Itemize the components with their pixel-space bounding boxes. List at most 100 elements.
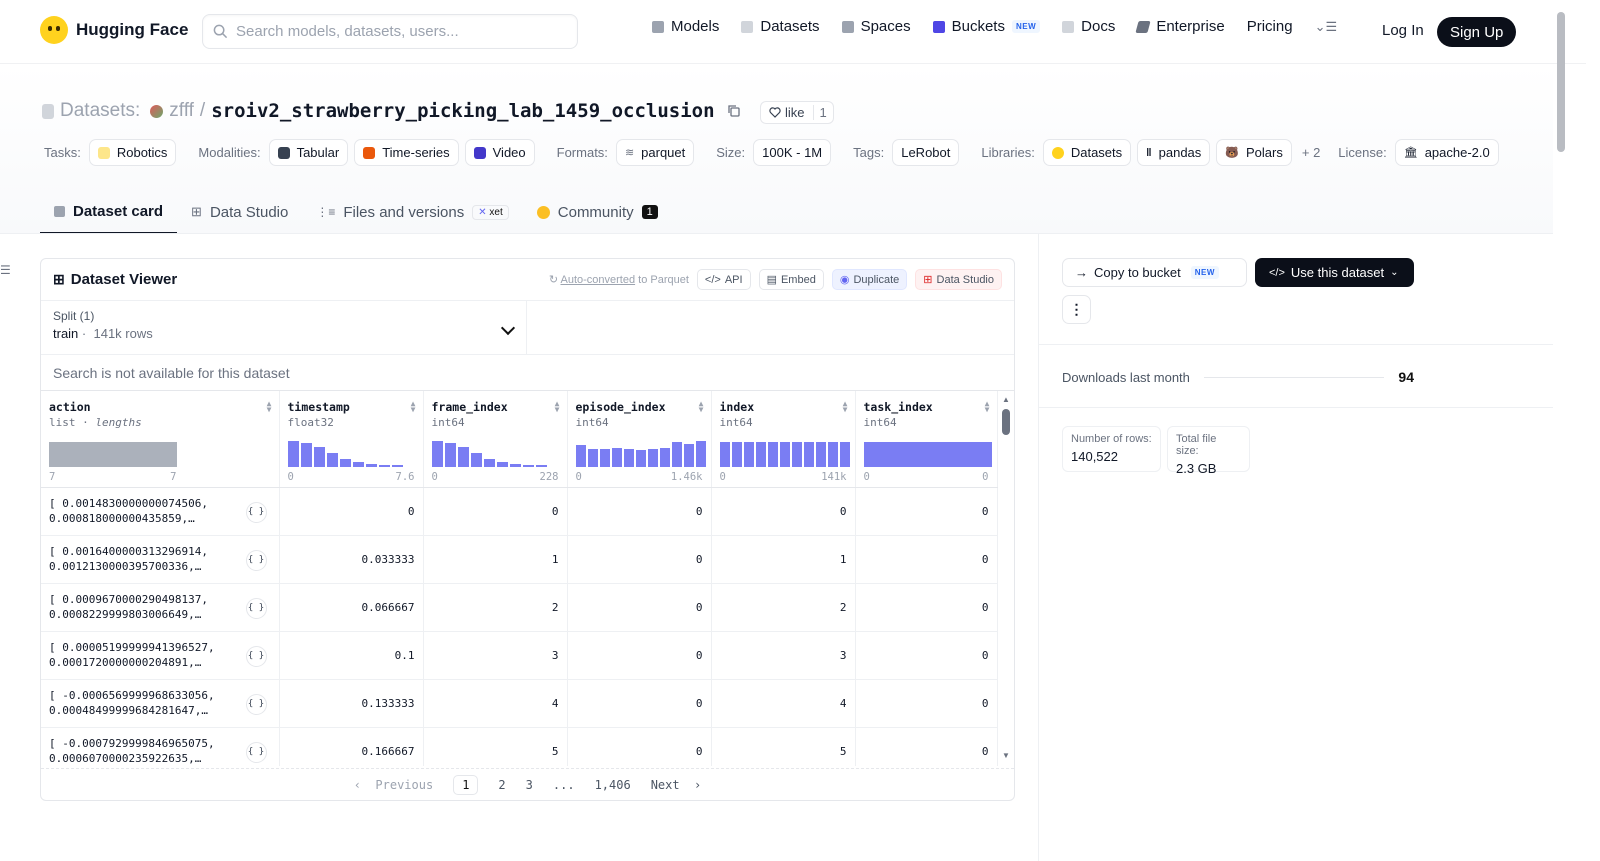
api-button[interactable]: </> API [696,269,751,290]
action-cell[interactable]: [ 0.0014830000000074506, 0.00081800000043… [41,487,280,536]
logo[interactable]: Hugging Face [40,16,188,44]
column-header-task-index[interactable]: task_index int64 ▲ ▼ 0 0 [855,391,998,488]
nav-docs[interactable]: Docs [1062,18,1115,35]
tag-lerobot[interactable]: LeRobot [892,139,960,166]
action-cell[interactable]: [ -0.0007929999846965075, 0.0006070000235… [41,727,280,766]
use-dataset-button[interactable]: </> Use this dataset ⌄ [1255,258,1414,287]
column-header-timestamp[interactable]: timestamp float32 ▲ ▼ 0 7.6 [279,391,424,488]
timestamp-cell[interactable]: 0.166667 [279,727,424,766]
task-index-cell[interactable]: 0 [855,583,998,632]
json-expand-icon[interactable]: { } [245,741,267,763]
table-row[interactable]: [ 0.00005199999941396527, 0.0001720000000… [41,631,998,680]
sort-icon[interactable]: ▲ ▼ [985,400,990,414]
index-cell[interactable]: 5 [711,727,856,766]
table-row[interactable]: [ -0.0006569999968633056, 0.0004849999968… [41,679,998,728]
more-options-icon[interactable]: ⋮ [1062,295,1091,324]
frame-index-cell[interactable]: 4 [423,679,568,728]
embed-button[interactable]: ▤ Embed [758,269,824,290]
table-row[interactable]: [ 0.0009670000290498137, 0.00082299998030… [41,583,998,632]
episode-index-cell[interactable]: 0 [567,679,712,728]
index-cell[interactable]: 3 [711,631,856,680]
page-scrollbar-thumb[interactable] [1557,12,1565,152]
scrollbar-thumb[interactable] [1002,409,1010,435]
timestamp-cell[interactable]: 0.1 [279,631,424,680]
frame-index-cell[interactable]: 5 [423,727,568,766]
nav-pricing[interactable]: Pricing [1247,18,1293,35]
repo-name[interactable]: sroiv2_strawberry_picking_lab_1459_occlu… [211,100,714,122]
action-cell[interactable]: [ 0.00005199999941396527, 0.0001720000000… [41,631,280,680]
column-header-index[interactable]: index int64 ▲ ▼ 0 141k [711,391,856,488]
json-expand-icon[interactable]: { } [245,501,267,523]
previous-page-button[interactable]: ‹ Previous [354,778,433,792]
nav-models[interactable]: Models [652,18,719,35]
table-row[interactable]: [ 0.0014830000000074506, 0.00081800000043… [41,487,998,536]
timestamp-cell[interactable]: 0.133333 [279,679,424,728]
more-menu-icon[interactable]: ⌄☰ [1315,19,1338,35]
sort-icon[interactable]: ▲ ▼ [555,400,560,414]
login-link[interactable]: Log In [1382,22,1424,39]
tag-polars[interactable]: 🐻 Polars [1216,139,1292,166]
episode-index-cell[interactable]: 0 [567,487,712,536]
search-input[interactable] [236,23,556,40]
episode-index-cell[interactable]: 0 [567,631,712,680]
tab-files[interactable]: ⋮≡ Files and versions ✕ xet [302,190,522,234]
action-cell[interactable]: [ 0.0009670000290498137, 0.00082299998030… [41,583,280,632]
index-cell[interactable]: 4 [711,679,856,728]
auto-converted-link[interactable]: Auto-converted [560,274,635,286]
nav-spaces[interactable]: Spaces [841,18,911,35]
nav-buckets[interactable]: Buckets NEW [932,18,1041,35]
tag-datasets[interactable]: Datasets [1042,139,1132,166]
task-index-cell[interactable]: 0 [855,535,998,584]
tab-community[interactable]: Community 1 [523,190,672,234]
owner-link[interactable]: zfff [169,100,194,122]
task-index-cell[interactable]: 0 [855,487,998,536]
tag-robotics[interactable]: Robotics [88,139,177,166]
table-row[interactable]: [ 0.0016400000313296914, 0.00121300003957… [41,535,998,584]
timestamp-cell[interactable]: 0.033333 [279,535,424,584]
action-cell[interactable]: [ 0.0016400000313296914, 0.00121300003957… [41,535,280,584]
copy-to-bucket-button[interactable]: → Copy to bucket NEW [1062,258,1247,287]
task-index-cell[interactable]: 0 [855,631,998,680]
page-scrollbar[interactable] [1554,0,1568,861]
like-button[interactable]: like 1 [760,101,834,124]
more-tags[interactable]: + 2 [1302,145,1320,160]
sort-icon[interactable]: ▲ ▼ [843,400,848,414]
search-box[interactable] [202,14,578,49]
episode-index-cell[interactable]: 0 [567,727,712,766]
auto-converted-info[interactable]: ↻ Auto-converted to Parquet [549,273,689,286]
index-cell[interactable]: 2 [711,583,856,632]
table-scrollbar[interactable]: ▲ ▼ [1002,395,1010,760]
column-header-episode-index[interactable]: episode_index int64 ▲ ▼ 0 1.46k [567,391,712,488]
task-index-cell[interactable]: 0 [855,727,998,766]
timestamp-cell[interactable]: 0.066667 [279,583,424,632]
page-button[interactable]: 1,406 [595,778,631,792]
json-expand-icon[interactable]: { } [245,645,267,667]
sort-icon[interactable]: ▲ ▼ [411,400,416,414]
signup-button[interactable]: Sign Up [1437,17,1517,47]
tag-time-series[interactable]: Time-series [354,139,459,166]
json-expand-icon[interactable]: { } [245,693,267,715]
scroll-down-icon[interactable]: ▼ [1002,751,1010,760]
tab-dataset-card[interactable]: Dataset card [40,190,178,234]
data-studio-button[interactable]: ⊞ Data Studio [915,269,1002,290]
frame-index-cell[interactable]: 1 [423,535,568,584]
scroll-up-icon[interactable]: ▲ [1002,395,1010,404]
tag-pandas[interactable]: ǁ pandas [1137,139,1211,166]
json-expand-icon[interactable]: { } [245,549,267,571]
sidebar-toggle-icon[interactable]: ☰ [0,263,11,277]
duplicate-button[interactable]: ◉ Duplicate [831,269,908,290]
page-button[interactable]: 2 [498,778,505,792]
json-expand-icon[interactable]: { } [245,597,267,619]
frame-index-cell[interactable]: 3 [423,631,568,680]
table-row[interactable]: [ -0.0007929999846965075, 0.0006070000235… [41,727,998,766]
next-page-button[interactable]: Next › [651,778,702,792]
episode-index-cell[interactable]: 0 [567,583,712,632]
episode-index-cell[interactable]: 0 [567,535,712,584]
tag-video[interactable]: Video [464,139,535,166]
split-selector[interactable]: Split (1) train · 141k rows [41,301,527,354]
sort-icon[interactable]: ▲ ▼ [699,400,704,414]
frame-index-cell[interactable]: 2 [423,583,568,632]
nav-enterprise[interactable]: Enterprise [1135,18,1225,35]
column-header-action[interactable]: action list · lengths ▲ ▼ 77 [41,391,280,488]
tag-tabular[interactable]: Tabular [268,139,349,166]
